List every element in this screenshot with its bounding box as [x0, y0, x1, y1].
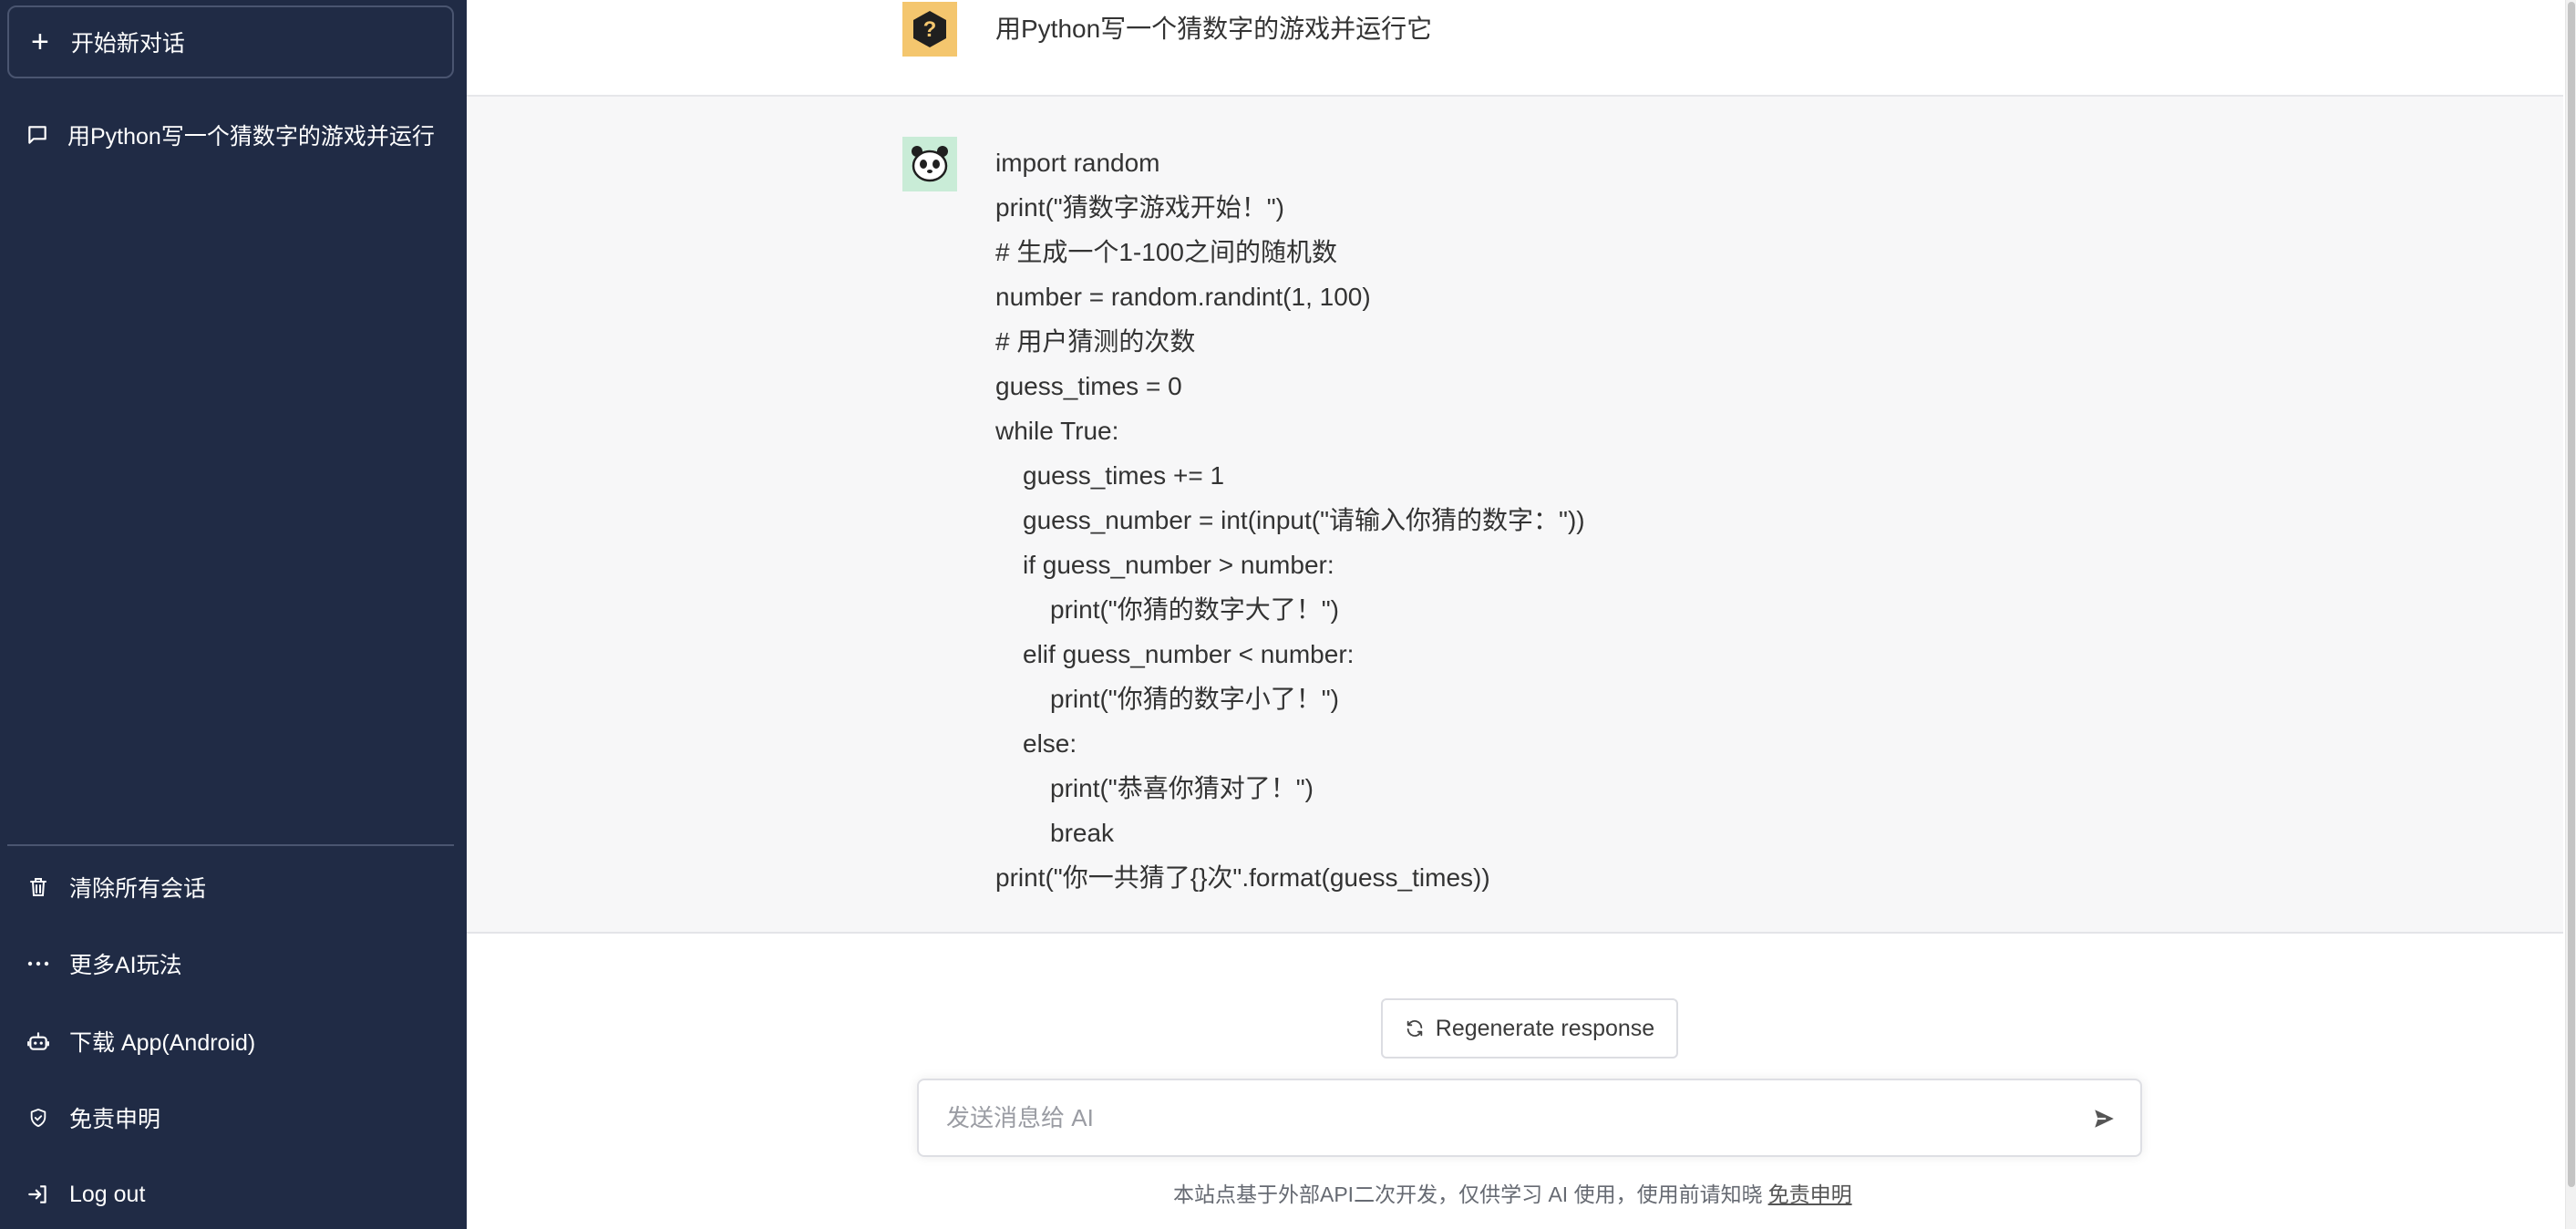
disclaimer-label: 免责申明: [69, 1107, 161, 1132]
plus-icon: +: [31, 25, 49, 59]
code-line: elif guess_number < number:: [1023, 640, 1355, 668]
scrollbar-thumb[interactable]: [2568, 2, 2575, 1187]
new-chat-label: 开始新对话: [70, 31, 185, 57]
user-message-text: 用Python写一个猜数字的游戏并运行它: [995, 15, 1433, 43]
code-line: # 用户猜测的次数: [995, 327, 1196, 356]
regenerate-label: Regenerate response: [1435, 1015, 1655, 1041]
code-line: print("你猜的数字小了！"): [1050, 685, 1339, 713]
code-line: while True:: [995, 417, 1119, 445]
code-line: if guess_number > number:: [1023, 551, 1334, 579]
code-line: import random: [995, 149, 1160, 177]
code-line: print("恭喜你猜对了！"): [1050, 774, 1314, 802]
svg-text:?: ?: [923, 17, 937, 42]
download-app-button[interactable]: 下载 App(Android): [0, 1014, 467, 1069]
robot-icon: [26, 1028, 51, 1054]
refresh-icon: [1406, 1020, 1423, 1037]
logout-icon: [26, 1182, 51, 1207]
chat-main: ? 用Python写一个猜数字的游戏并运行它 import random prin…: [467, 0, 2576, 1229]
ai-code-block: import random print("猜数字游戏开始！") # 生成一个1-10…: [995, 140, 1585, 900]
send-button[interactable]: [2089, 1104, 2118, 1133]
panda-icon: [912, 146, 948, 182]
scrollbar[interactable]: [2565, 0, 2576, 1229]
more-dots-icon: [26, 951, 51, 976]
sidebar-divider: [7, 844, 454, 846]
footer-note-text: 本站点基于外部API二次开发，仅供学习 AI 使用，使用前请知晓: [1173, 1183, 1763, 1206]
footer-disclaimer-link[interactable]: 免责申明: [1768, 1183, 1852, 1206]
logout-label: Log out: [69, 1181, 146, 1207]
ai-avatar: [902, 137, 957, 191]
code-line: else:: [1023, 729, 1077, 758]
clear-conversations-button[interactable]: 清除所有会话: [0, 860, 467, 914]
regenerate-response-button[interactable]: Regenerate response: [1381, 998, 1678, 1059]
code-line: guess_times = 0: [995, 372, 1182, 400]
app-root: + 开始新对话 用Python写一个猜数字的游戏并运行 清除所有会话 更多AI玩…: [0, 0, 2576, 1229]
sidebar-history-item[interactable]: 用Python写一个猜数字的游戏并运行: [0, 108, 467, 162]
more-ai-button[interactable]: 更多AI玩法: [0, 936, 467, 991]
user-avatar: ?: [902, 2, 957, 57]
code-line: number = random.randint(1, 100): [995, 283, 1371, 311]
message-composer: [917, 1079, 2142, 1157]
code-line: break: [1050, 819, 1115, 847]
send-icon: [2095, 1110, 2114, 1128]
shield-icon: [26, 1105, 51, 1131]
trash-icon: [26, 874, 51, 900]
logout-button[interactable]: Log out: [0, 1167, 467, 1222]
clear-conversations-label: 清除所有会话: [69, 876, 207, 902]
sidebar: + 开始新对话 用Python写一个猜数字的游戏并运行 清除所有会话 更多AI玩…: [0, 0, 467, 1229]
message-input[interactable]: [946, 1080, 2040, 1155]
question-badge-icon: ?: [913, 11, 946, 47]
footer-note: 本站点基于外部API二次开发，仅供学习 AI 使用，使用前请知晓 免责申明: [1173, 1177, 1852, 1208]
ai-message-row: import random print("猜数字游戏开始！") # 生成一个1-10…: [467, 97, 2563, 934]
code-line: # 生成一个1-100之间的随机数: [995, 238, 1337, 266]
code-line: print("你猜的数字大了！"): [1050, 595, 1339, 624]
user-message-row: ? 用Python写一个猜数字的游戏并运行它: [467, 0, 2563, 97]
new-chat-button[interactable]: + 开始新对话: [7, 5, 454, 78]
code-line: print("你一共猜了{}次".format(guess_times)): [995, 863, 1490, 892]
code-line: guess_number = int(input("请输入你猜的数字：")): [1023, 506, 1585, 534]
chat-bubble-icon: [28, 126, 46, 144]
download-app-label: 下载 App(Android): [69, 1030, 256, 1056]
code-line: guess_times += 1: [1023, 461, 1225, 490]
code-line: print("猜数字游戏开始！"): [995, 193, 1284, 222]
disclaimer-button[interactable]: 免责申明: [0, 1090, 467, 1145]
history-item-label: 用Python写一个猜数字的游戏并运行: [67, 124, 435, 150]
more-ai-label: 更多AI玩法: [69, 953, 182, 978]
